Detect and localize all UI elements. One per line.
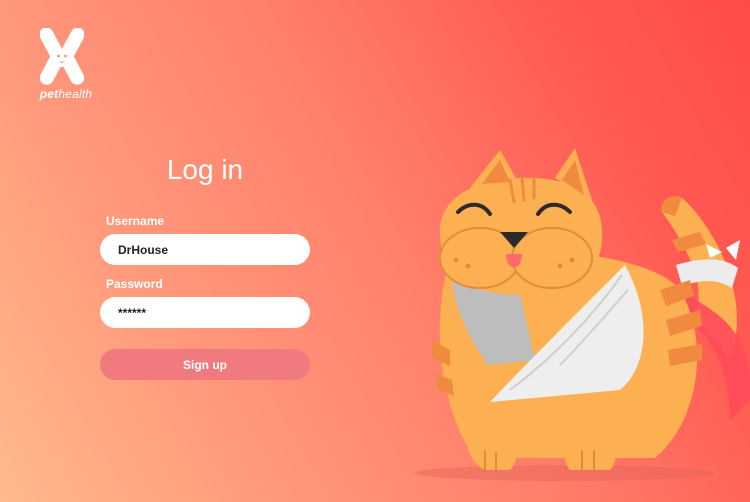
page-title: Log in bbox=[166, 154, 244, 185]
cat-illustration bbox=[415, 148, 750, 481]
password-field[interactable] bbox=[100, 297, 310, 328]
username-label: Username bbox=[106, 214, 165, 228]
brand-name: pethealth bbox=[36, 87, 96, 101]
sign-up-button[interactable]: Sign up bbox=[100, 349, 310, 380]
pethealth-logo: pethealth bbox=[36, 28, 96, 108]
brand-name-health: health bbox=[58, 87, 93, 101]
bunny-logo-icon bbox=[40, 28, 84, 85]
password-label: Password bbox=[106, 277, 163, 291]
username-field[interactable] bbox=[100, 234, 310, 265]
brand-name-pet: pet bbox=[39, 87, 59, 101]
